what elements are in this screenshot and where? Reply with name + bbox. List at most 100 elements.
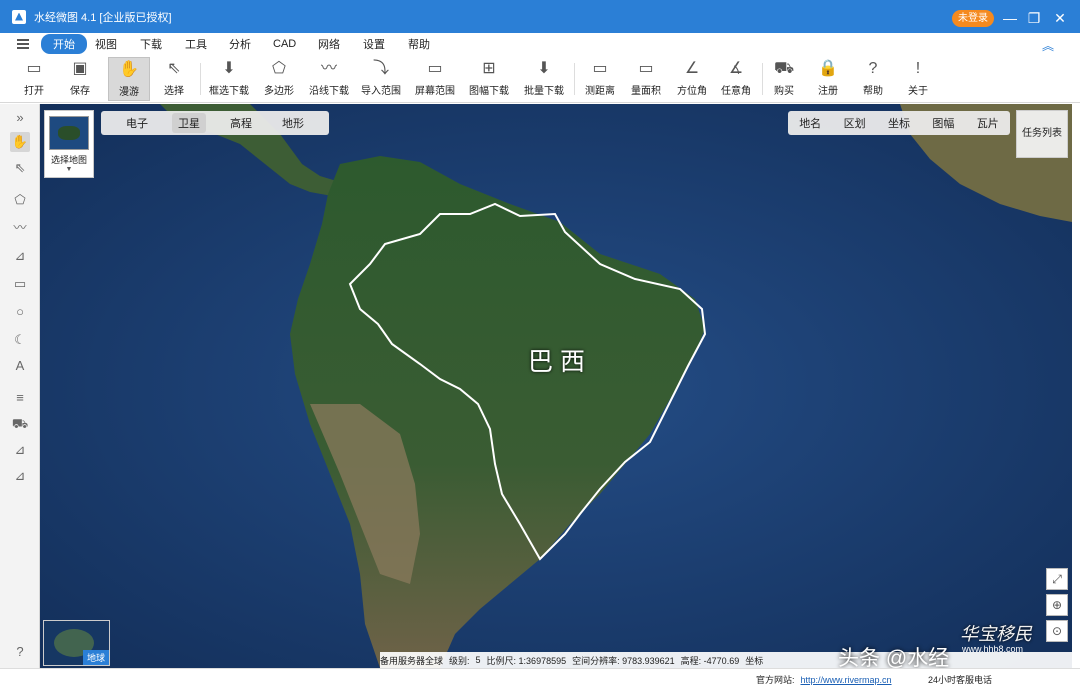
- tab-sheet[interactable]: 图幅: [932, 115, 954, 131]
- menu-view[interactable]: 视图: [95, 36, 117, 52]
- menu-help[interactable]: 帮助: [408, 36, 430, 52]
- folder-icon: ▭: [26, 60, 42, 77]
- collapse-ribbon-icon[interactable]: ︽: [1042, 37, 1054, 54]
- overview-map[interactable]: 地球: [43, 620, 110, 666]
- tool-about[interactable]: ! 关于: [900, 57, 936, 101]
- tab-terrain[interactable]: 地形: [276, 113, 310, 133]
- expand-sidebar-icon[interactable]: »: [10, 108, 30, 128]
- download-box-icon: ⬇: [222, 60, 236, 77]
- tool-line-download[interactable]: 〰沿线下载: [306, 57, 352, 101]
- help-circle-icon[interactable]: ?: [10, 642, 30, 662]
- menu-start[interactable]: 开始: [41, 34, 87, 54]
- select-cursor-icon[interactable]: ⇖: [10, 158, 30, 178]
- menu-analysis[interactable]: 分析: [229, 36, 251, 52]
- menu-cad[interactable]: CAD: [273, 38, 296, 50]
- tool-box-download[interactable]: ⬇ 框选下载: [206, 57, 252, 101]
- polygon-tool-icon[interactable]: ⬠: [10, 190, 30, 210]
- tab-elevation[interactable]: 高程: [224, 113, 258, 133]
- status-bar: 备用服务器全球 级别: 5 比例尺: 1:36978595 空间分辨率: 978…: [380, 652, 1072, 668]
- watermark-text: 头条 @水经: [838, 647, 950, 668]
- title-bar: 水经微图 4.1 [企业版已授权] 未登录 — ❐ ✕: [0, 0, 1080, 33]
- tool-any-angle[interactable]: ∡ 任意角: [716, 57, 756, 101]
- login-button[interactable]: 未登录: [952, 10, 994, 27]
- left-sidebar: » ✋ ⇖ ⬠ 〰 ⊿ ▭ ○ ☾ A ≡ ⛟ ⊿ ⊿ ?: [0, 104, 40, 668]
- text-tool-icon[interactable]: A: [10, 356, 30, 376]
- azimuth-tool-icon[interactable]: ⊿: [10, 440, 30, 460]
- full-extent-icon[interactable]: ⤢: [1046, 568, 1068, 590]
- tool-label: 购买: [774, 86, 794, 97]
- azimuth-icon: ∠: [684, 60, 700, 77]
- tool-azimuth[interactable]: ∠ 方位角: [672, 57, 712, 101]
- polyline-icon: 〰: [320, 60, 337, 77]
- toolbar-divider: [762, 63, 763, 95]
- cursor-icon: ⇖: [167, 60, 181, 77]
- minimize-button[interactable]: —: [1000, 8, 1020, 28]
- tool-save[interactable]: ▣ 保存: [60, 57, 100, 101]
- map-view[interactable]: 选择地图 ▼ 电子 卫星 高程 地形 地名 区划 坐标 图幅 瓦片 任务列表 巴…: [40, 104, 1072, 668]
- tool-label: 导入范围: [361, 86, 401, 97]
- grid-icon: ⊞: [482, 60, 496, 77]
- tool-measure-distance[interactable]: ▭ 测距离: [580, 57, 620, 101]
- tool-import-range[interactable]: ⤵ 导入范围: [358, 57, 404, 101]
- app-logo-icon: [12, 9, 26, 24]
- tool-measure-area[interactable]: ▭ 量面积: [626, 57, 666, 101]
- tool-sheet-download[interactable]: ⊞ 图幅下载: [466, 57, 512, 101]
- tool-select[interactable]: ⇖ 选择: [154, 57, 194, 101]
- bottom-bar: 官方网站: http://www.rivermap.cn 24小时客服电话: [0, 668, 1080, 686]
- compass-icon[interactable]: ⊙: [1046, 620, 1068, 642]
- toolbar-divider: [200, 63, 201, 95]
- menu-bar: 开始 视图 下载 工具 分析 CAD 网络 设置 帮助 ︽: [0, 33, 1080, 55]
- close-button[interactable]: ✕: [1050, 8, 1070, 28]
- tool-batch-download[interactable]: ⬇ 批量下载: [520, 57, 568, 101]
- menu-settings[interactable]: 设置: [363, 36, 385, 52]
- task-list-button[interactable]: 任务列表: [1016, 110, 1068, 158]
- tool-buy[interactable]: ⛟ 购买: [766, 57, 802, 101]
- pan-hand-icon[interactable]: ✋: [10, 132, 30, 152]
- restore-button[interactable]: ❐: [1024, 8, 1044, 28]
- polyline-tool-icon[interactable]: 〰: [10, 218, 30, 238]
- elevation-readout: 高程: -4770.69: [680, 655, 740, 666]
- map-tool-tabs: 地名 区划 坐标 图幅 瓦片: [788, 111, 1010, 135]
- server-status: 备用服务器全球: [380, 655, 444, 666]
- tab-coordinate[interactable]: 坐标: [888, 115, 910, 131]
- tab-placename[interactable]: 地名: [799, 115, 821, 131]
- area-icon: ▭: [638, 60, 654, 77]
- coordinate-readout: 坐标: [745, 655, 764, 666]
- tool-screen-range[interactable]: ▭ 屏幕范围: [412, 57, 458, 101]
- tool-label: 批量下载: [524, 86, 564, 97]
- measure-distance-icon[interactable]: ≡: [10, 388, 30, 408]
- scale-readout: 比例尺: 1:36978595: [486, 655, 567, 666]
- area-tool-icon[interactable]: ⊿: [10, 246, 30, 266]
- tab-tile[interactable]: 瓦片: [977, 115, 999, 131]
- menu-download[interactable]: 下载: [140, 36, 162, 52]
- tool-pan[interactable]: ✋ 漫游: [108, 57, 150, 101]
- circle-tool-icon[interactable]: ○: [10, 302, 30, 322]
- hamburger-menu-icon[interactable]: [17, 39, 29, 49]
- tool-label: 帮助: [863, 86, 883, 97]
- tool-polygon[interactable]: ⬠ 多边形: [258, 57, 300, 101]
- import-icon: ⤵: [372, 60, 389, 77]
- site-link[interactable]: http://www.rivermap.cn: [801, 675, 892, 685]
- tab-electronic[interactable]: 电子: [120, 113, 154, 133]
- angle-tool-icon[interactable]: ⊿: [10, 466, 30, 486]
- menu-network[interactable]: 网络: [318, 36, 340, 52]
- dropdown-caret-icon: ▼: [65, 166, 73, 173]
- tool-label: 关于: [908, 86, 928, 97]
- locate-icon[interactable]: ⊕: [1046, 594, 1068, 616]
- tab-division[interactable]: 区划: [844, 115, 866, 131]
- layer-thumbnail: [49, 116, 89, 150]
- tool-help[interactable]: ? 帮助: [855, 57, 891, 101]
- tool-open[interactable]: ▭ 打开: [14, 57, 54, 101]
- hand-icon: ✋: [119, 61, 139, 78]
- tool-label: 框选下载: [209, 86, 249, 97]
- tab-satellite[interactable]: 卫星: [172, 113, 206, 133]
- rectangle-tool-icon[interactable]: ▭: [10, 274, 30, 294]
- toolbar: ▭ 打开 ▣ 保存 ✋ 漫游 ⇖ 选择 ⬇ 框选下载 ⬠ 多边形 〰沿线下载 ⤵ 导入范围 ▭…: [0, 55, 1080, 103]
- measure-area-icon[interactable]: ⛟: [10, 414, 30, 434]
- tool-register[interactable]: 🔒 注册: [810, 57, 846, 101]
- menu-tools[interactable]: 工具: [185, 36, 207, 52]
- toolbar-divider: [574, 63, 575, 95]
- tool-label: 多边形: [264, 86, 294, 97]
- crescent-tool-icon[interactable]: ☾: [10, 330, 30, 350]
- map-layer-selector[interactable]: 选择地图 ▼: [44, 110, 94, 178]
